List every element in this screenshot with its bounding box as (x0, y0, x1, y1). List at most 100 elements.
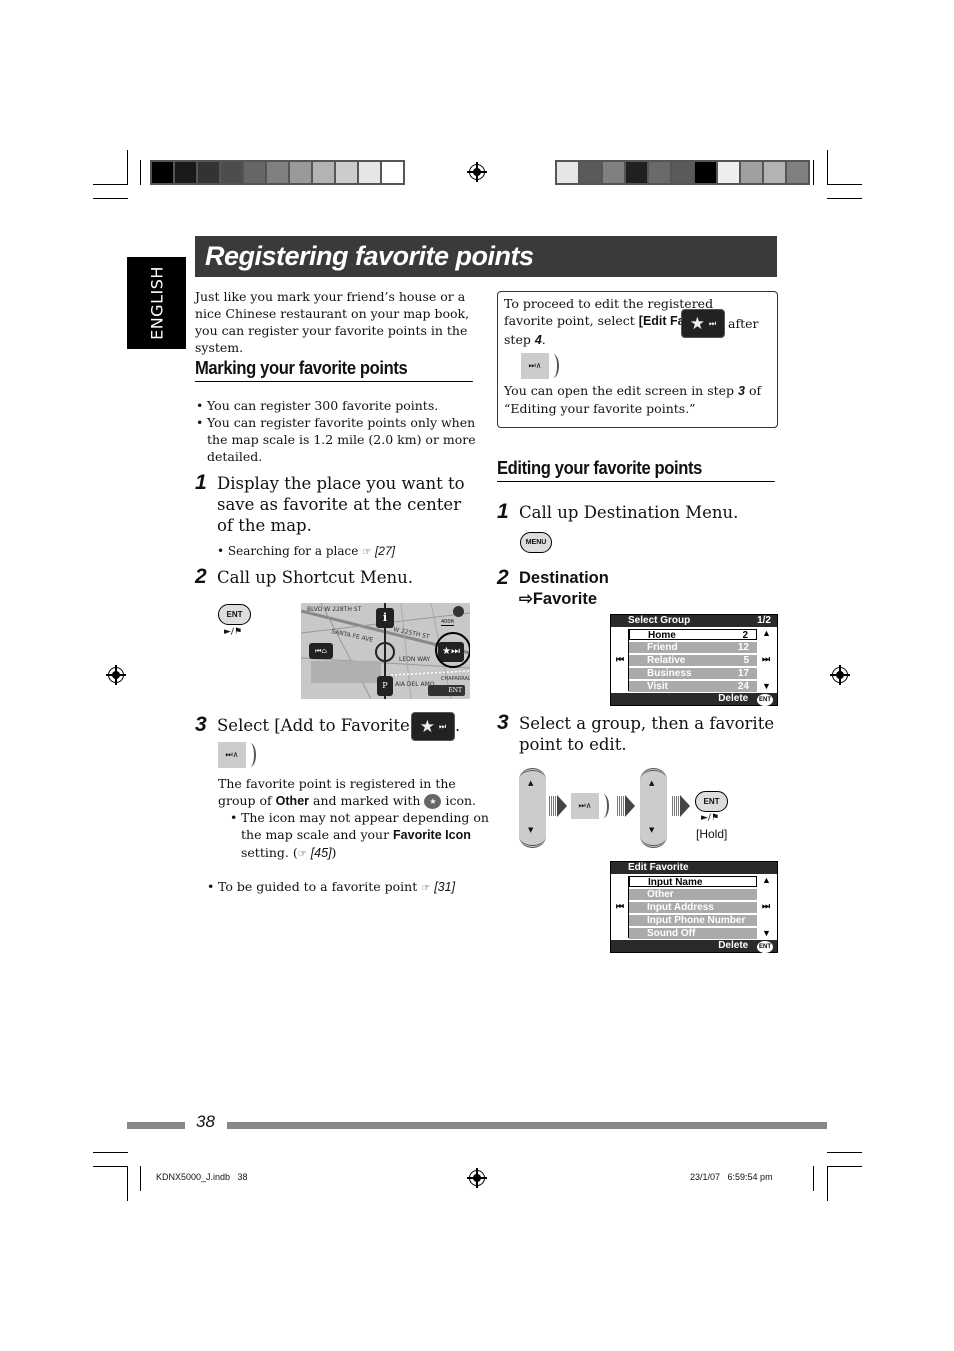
searching-bullet: • Searching for a place ☞ [27] (217, 544, 395, 558)
edit-option-row[interactable]: Input Address (629, 902, 757, 913)
crop-mark (140, 160, 141, 185)
marking-heading: Marking your favorite points (195, 358, 473, 382)
ent-button[interactable]: ENT (695, 791, 728, 812)
color-swatch (741, 162, 764, 183)
page-reference-link[interactable]: [31] (434, 880, 455, 894)
scroll-up-icon[interactable]: ▲ (762, 875, 771, 885)
menu-button[interactable]: MENU (520, 532, 552, 553)
color-swatch (580, 162, 603, 183)
edit-option-row[interactable]: Input Phone Number (629, 915, 757, 926)
color-swatch (152, 162, 175, 183)
map-screen[interactable]: BLVD W 228TH ST SANTA FE AVE W 225TH ST … (301, 603, 470, 699)
add-to-favorite-button[interactable]: ★ ⏭ (411, 712, 455, 741)
registration-mark (106, 665, 126, 685)
scroll-down-icon[interactable]: ▼ (762, 681, 771, 691)
row-count: 12 (737, 642, 749, 653)
color-swatch (787, 162, 808, 183)
step-number: 2 (195, 565, 207, 588)
color-swatch (267, 162, 290, 183)
step-text: ⇨Favorite (519, 590, 598, 608)
up-arrow-icon: ▲ (649, 779, 655, 787)
ent-icon: ENT (757, 694, 773, 706)
screen-header: Edit Favorite (611, 862, 777, 874)
note-text-2: You can open the edit screen in step 3 o… (504, 382, 769, 417)
delete-button[interactable]: Delete (718, 940, 748, 951)
row-label: Input Address (647, 902, 714, 913)
text: You can open the edit screen in step (504, 383, 735, 398)
text: step (504, 332, 531, 347)
color-swatch (557, 162, 580, 183)
crop-mark (140, 1166, 141, 1191)
color-swatch (290, 162, 313, 183)
scroll-down-icon[interactable]: ▼ (762, 928, 771, 938)
parking-icon[interactable]: P (377, 676, 393, 696)
editing-step-2: 2 Destination ⇨Favorite (497, 567, 777, 610)
page-reference-link[interactable]: [27] (375, 544, 395, 558)
screen-header: Select Group 1/2 (611, 615, 777, 627)
rotary-knob-icon: ▲ ▼ (519, 768, 546, 848)
row-label: Input Name (648, 877, 703, 888)
step-text: Call up Shortcut Menu. (217, 568, 413, 587)
info-icon[interactable]: i (376, 608, 394, 628)
edit-option-row[interactable]: Input Name (629, 876, 757, 888)
svg-text:SANTA FE AVE: SANTA FE AVE (331, 628, 374, 644)
compass-icon (453, 606, 464, 617)
rotary-knob-icon: ▲ ▼ (640, 768, 667, 848)
edit-favorite-button[interactable]: ★ ⏭ (681, 309, 725, 338)
previous-icon[interactable]: ⏮ (616, 901, 624, 912)
map-scale: 400ft (441, 619, 455, 626)
bullet-item: You can register 300 favorite points. (196, 397, 477, 414)
color-swatch (695, 162, 718, 183)
step-text: Select a group, then a favorite point to… (519, 714, 775, 754)
group-row[interactable]: Friend 12 (629, 642, 757, 653)
step-number: 3 (738, 384, 745, 398)
edit-option-row[interactable]: Sound Off (629, 928, 757, 939)
row-count: 24 (737, 681, 749, 692)
group-row[interactable]: Home 2 (629, 629, 757, 641)
group-row[interactable]: Visit 24 (629, 681, 757, 692)
page-reference-link[interactable]: [45] (311, 846, 332, 860)
previous-icon[interactable]: ⏮ (616, 654, 624, 665)
group-row[interactable]: Relative 5 (629, 655, 757, 666)
color-swatch (336, 162, 359, 183)
delete-button[interactable]: Delete (718, 693, 748, 704)
favorite-marker-icon: ★ (424, 794, 442, 809)
crop-mark (827, 198, 862, 199)
text: To be guided to a favorite point (218, 879, 418, 894)
color-swatch (359, 162, 382, 183)
step-number: 1 (195, 471, 207, 494)
bullet-item: To be guided to a favorite point ☞ [31] (207, 878, 488, 897)
scroll-up-icon[interactable]: ▲ (762, 628, 771, 638)
star-icon: ★ (689, 313, 706, 334)
editing-step-1: 1 Call up Destination Menu. (497, 501, 777, 523)
skip-forward-icon: ⏭ (709, 318, 717, 328)
home-shortcut-icon[interactable]: ⏮⌂ (309, 643, 333, 659)
crop-mark (93, 1152, 128, 1153)
title-bar: Registering favorite points (195, 236, 777, 277)
arrow-right-icon (680, 795, 690, 817)
marking-step-1: 1 Display the place you want to save as … (195, 471, 470, 536)
crop-mark (813, 160, 814, 185)
crop-mark (93, 184, 128, 185)
ent-button[interactable]: ENT (218, 604, 251, 625)
reference-hand-icon: ☞ (297, 849, 307, 860)
edit-option-row[interactable]: Other (629, 889, 757, 900)
next-icon[interactable]: ⏭ (762, 654, 770, 665)
registration-mark (830, 665, 850, 685)
row-count: 5 (743, 655, 749, 666)
crop-mark (93, 1166, 128, 1167)
color-swatch (603, 162, 626, 183)
color-swatch (221, 162, 244, 183)
arrow-stripes (549, 796, 557, 816)
map-enter-button[interactable]: ENT (428, 685, 465, 696)
guide-bullet: To be guided to a favorite point ☞ [31] (206, 878, 488, 897)
group-row[interactable]: Business 17 (629, 668, 757, 679)
next-icon[interactable]: ⏭ (762, 901, 770, 912)
page-number: 38 (196, 1112, 215, 1131)
crop-mark (827, 184, 862, 185)
footer-timestamp: 23/1/07 6:59:54 pm (690, 1172, 773, 1182)
screen-footer: Delete ENT (611, 693, 777, 706)
step-text: Display the place you want to save as fa… (217, 474, 465, 535)
step3-note: The icon may not appear depending on the… (229, 809, 491, 863)
crop-mark (827, 1152, 862, 1153)
